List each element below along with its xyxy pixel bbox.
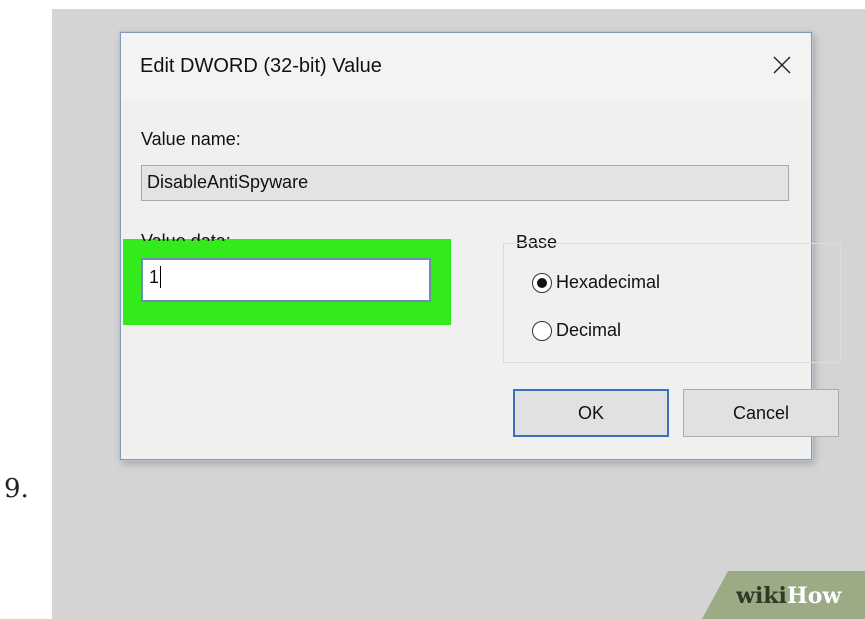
title-bar: Edit DWORD (32-bit) Value — [121, 33, 811, 99]
value-data-input[interactable]: 1 — [141, 258, 431, 302]
value-data-text: 1 — [149, 267, 160, 287]
close-button[interactable] — [761, 47, 803, 83]
close-icon — [773, 56, 791, 74]
cancel-button[interactable]: Cancel — [683, 389, 839, 437]
decimal-label: Decimal — [556, 320, 622, 340]
base-group: Hexadecimal Decimal — [503, 243, 841, 363]
radio-dot — [537, 277, 547, 288]
wikihow-logo-how: How — [786, 583, 842, 609]
value-data-label: Value data: — [141, 231, 231, 241]
radio-button-selected[interactable] — [532, 272, 552, 293]
edit-dword-dialog: Edit DWORD (32-bit) Value Value name: Di… — [120, 32, 841, 460]
radio-button-unselected[interactable] — [532, 320, 552, 341]
wikihow-logo-wiki: wiki — [736, 583, 787, 609]
value-name-field: DisableAntiSpyware — [141, 165, 789, 201]
hexadecimal-label: Hexadecimal — [556, 272, 661, 292]
radio-decimal[interactable]: Decimal — [532, 320, 621, 341]
text-caret — [160, 265, 162, 288]
step-number: 9. — [4, 474, 29, 504]
wikihow-watermark: wikiHow — [702, 571, 865, 619]
dialog-title: Edit DWORD (32-bit) Value — [140, 55, 382, 77]
radio-hexadecimal[interactable]: Hexadecimal — [532, 272, 660, 293]
screenshot-canvas: Edit DWORD (32-bit) Value Value name: Di… — [52, 9, 865, 619]
wikihow-logo: wikiHow — [736, 583, 841, 609]
ok-button[interactable]: OK — [513, 389, 669, 437]
value-name-label: Value name: — [141, 129, 241, 149]
